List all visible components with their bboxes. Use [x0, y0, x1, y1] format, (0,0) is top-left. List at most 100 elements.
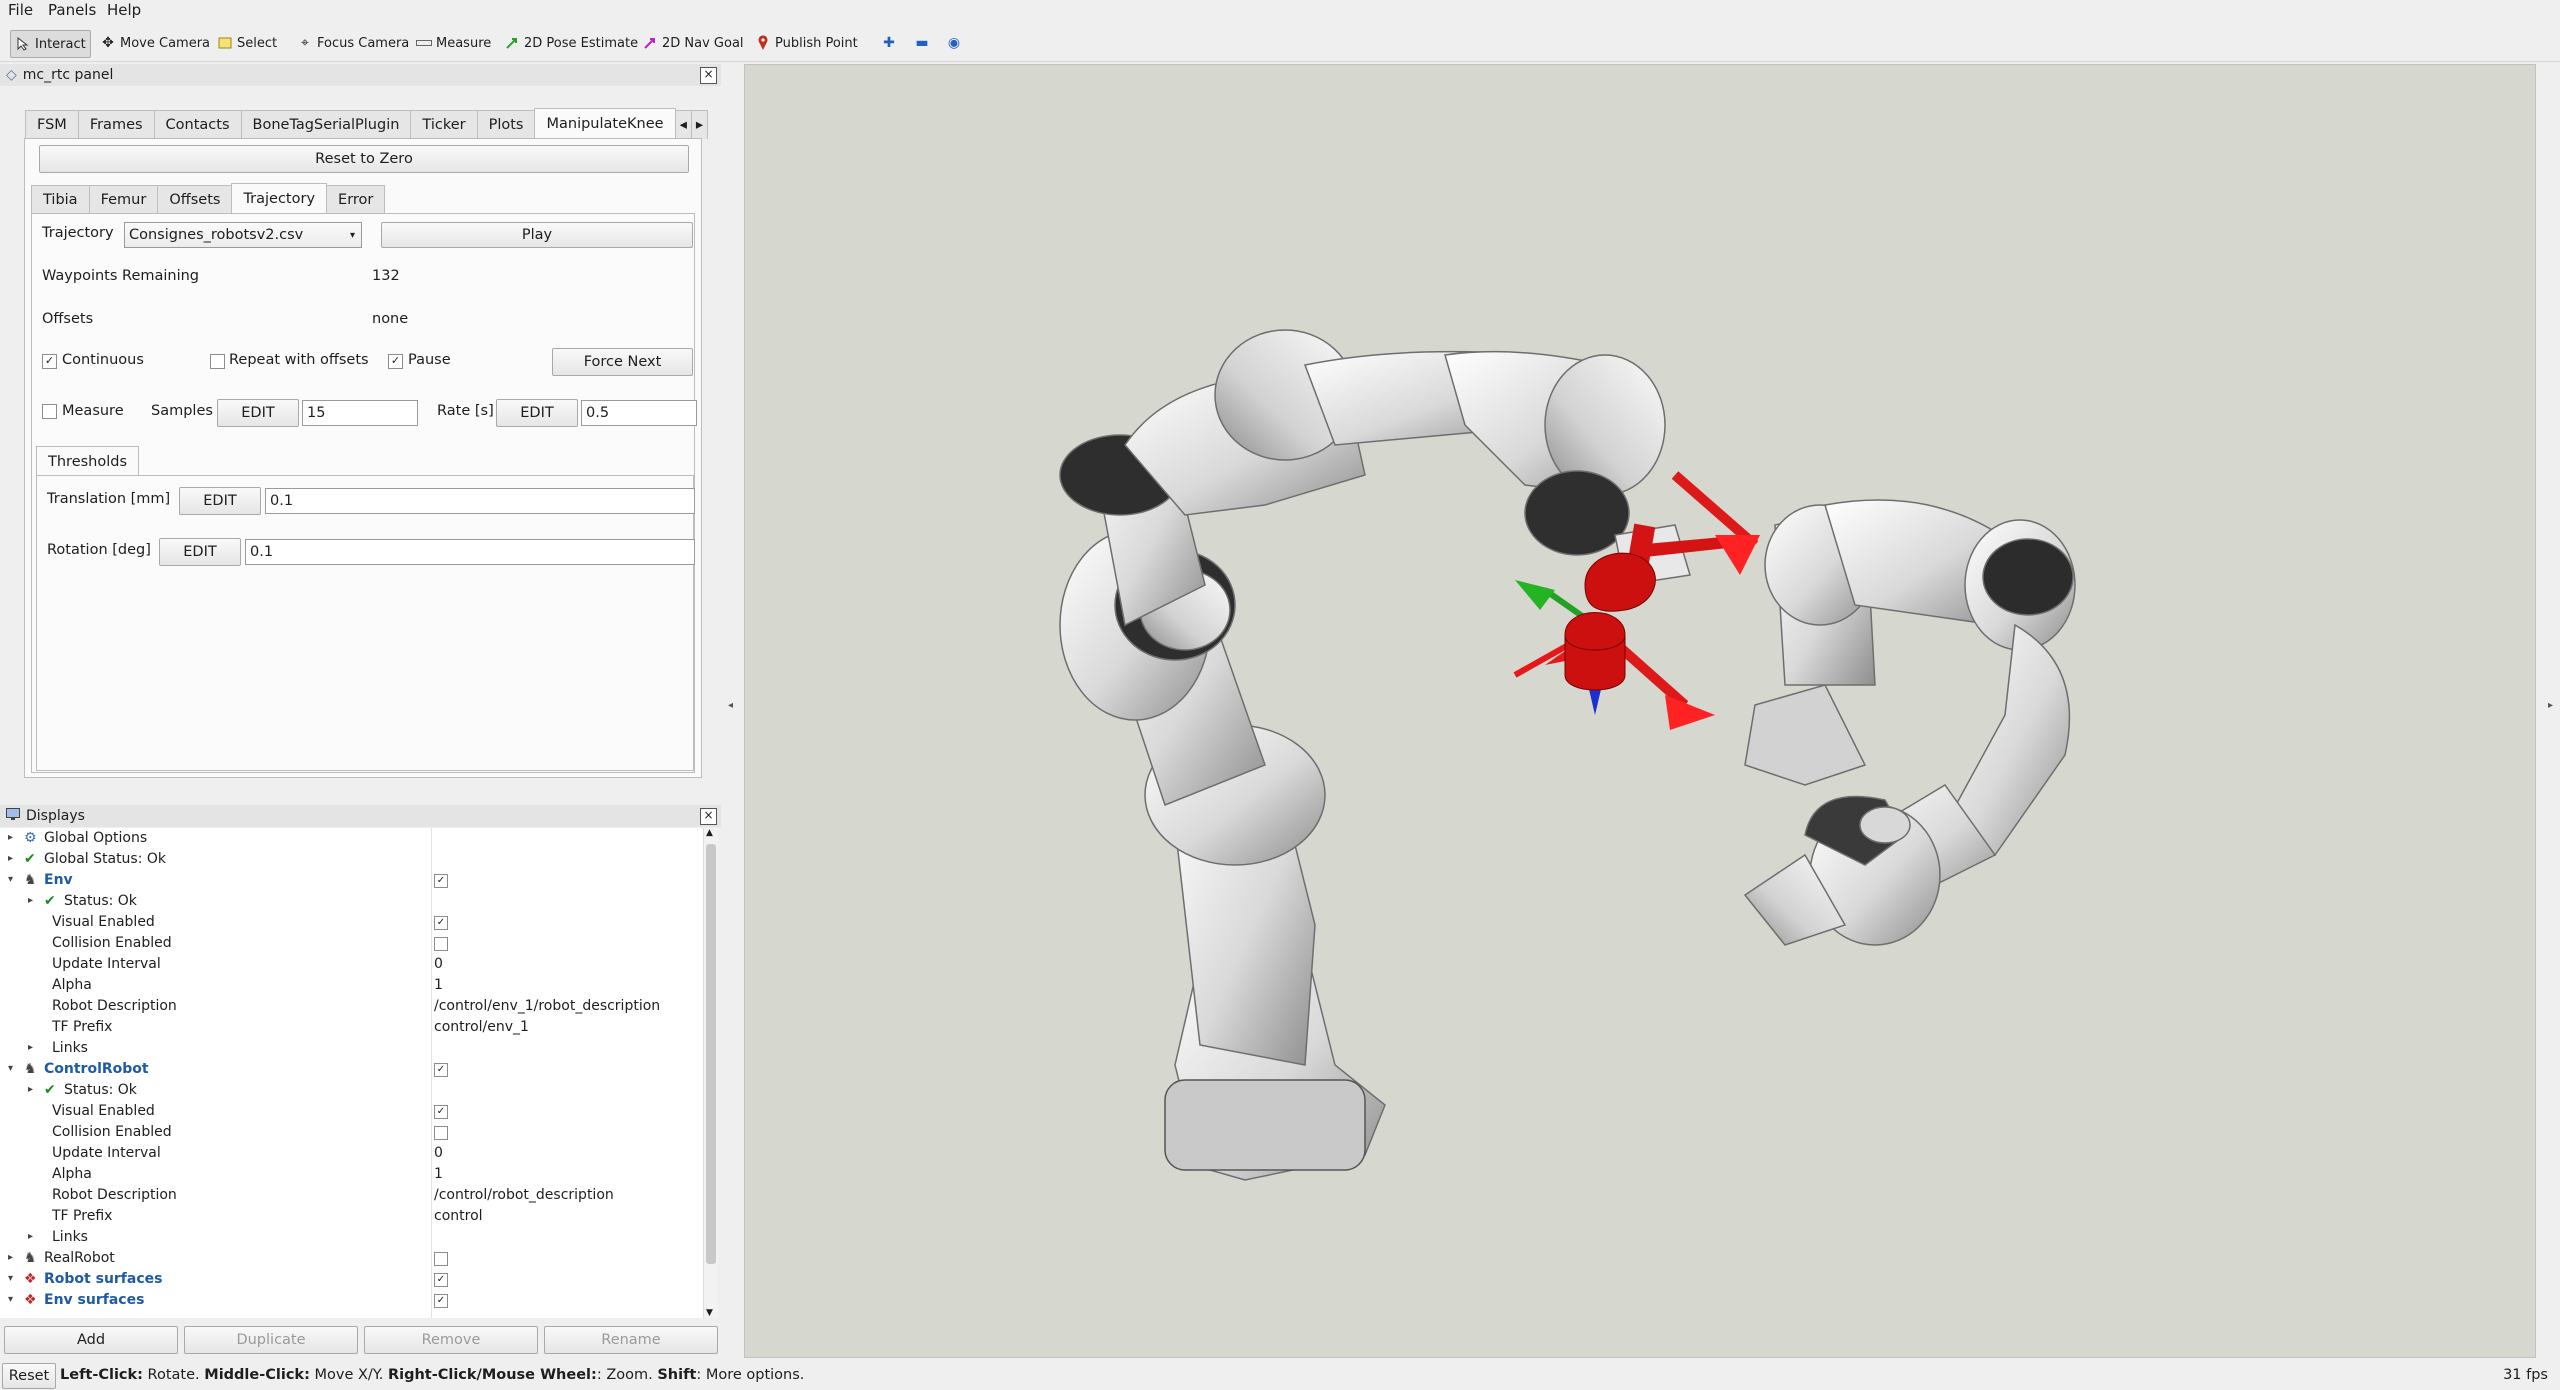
- close-icon[interactable]: ×: [700, 67, 717, 84]
- display-row-checkbox[interactable]: ✓: [434, 1063, 448, 1077]
- tool-select[interactable]: Select: [213, 30, 281, 56]
- translation-field[interactable]: 0.1: [265, 488, 695, 514]
- display-row[interactable]: ▾ ♞ Env ✓: [0, 870, 716, 891]
- display-row[interactable]: Update Interval 0: [0, 1143, 716, 1164]
- display-row[interactable]: ▸ Links: [0, 1038, 716, 1059]
- display-row-value[interactable]: 1: [434, 1166, 443, 1182]
- display-row[interactable]: TF Prefix control: [0, 1206, 716, 1227]
- display-row-value[interactable]: 0: [434, 1145, 443, 1161]
- tab-trajectory[interactable]: Trajectory: [231, 183, 328, 214]
- display-row-value[interactable]: /control/env_1/robot_description: [434, 998, 660, 1014]
- reset-view-button[interactable]: Reset: [2, 1363, 56, 1389]
- scroll-down-icon[interactable]: ▼: [706, 1308, 713, 1318]
- display-row[interactable]: Visual Enabled ✓: [0, 1101, 716, 1122]
- tool-2d-nav-goal[interactable]: 2D Nav Goal: [638, 30, 748, 56]
- tab-thresholds[interactable]: Thresholds: [36, 446, 140, 477]
- reset-to-zero-button[interactable]: Reset to Zero: [39, 145, 689, 173]
- expand-arrow-icon[interactable]: ▾: [8, 874, 13, 885]
- display-row-value[interactable]: /control/robot_description: [434, 1187, 614, 1203]
- displays-scrollbar[interactable]: ▲ ▼: [703, 828, 718, 1318]
- expand-arrow-icon[interactable]: ▸: [28, 1042, 33, 1053]
- force-next-button[interactable]: Force Next: [552, 348, 693, 376]
- tool-properties-button[interactable]: ◉: [942, 30, 966, 56]
- samples-edit-button[interactable]: EDIT: [217, 399, 299, 427]
- display-row[interactable]: ▸ ⚙ Global Options: [0, 828, 716, 849]
- scrollbar-thumb[interactable]: [706, 844, 716, 1264]
- continuous-checkbox[interactable]: ✓: [42, 354, 57, 369]
- tab-error[interactable]: Error: [326, 185, 386, 214]
- 3d-viewport[interactable]: [744, 64, 2536, 1358]
- display-row-checkbox[interactable]: ✓: [434, 916, 448, 930]
- duplicate-button[interactable]: Duplicate: [184, 1326, 358, 1354]
- expand-arrow-icon[interactable]: ▾: [8, 1063, 13, 1074]
- add-button[interactable]: Add: [4, 1326, 178, 1354]
- display-row-value[interactable]: 1: [434, 977, 443, 993]
- expand-arrow-icon[interactable]: ▸: [8, 832, 13, 843]
- rate-field[interactable]: 0.5: [581, 400, 697, 426]
- tool-interact[interactable]: Interact: [10, 30, 91, 58]
- expand-arrow-icon[interactable]: ▸: [8, 1252, 13, 1263]
- expand-arrow-icon[interactable]: ▸: [28, 895, 33, 906]
- display-row[interactable]: Robot Description/control/env_1/robot_de…: [0, 996, 716, 1017]
- menu-file[interactable]: File: [8, 1, 33, 19]
- expand-arrow-icon[interactable]: ▸: [28, 1084, 33, 1095]
- remove-tool-button[interactable]: ▬: [910, 30, 934, 56]
- add-tool-button[interactable]: ✚: [877, 30, 901, 56]
- trajectory-select[interactable]: Consignes_robotsv2.csv ▾: [124, 222, 362, 248]
- menu-panels[interactable]: Panels: [48, 1, 96, 19]
- tab-manipulateknee[interactable]: ManipulateKnee: [534, 108, 676, 139]
- tool-move-camera[interactable]: ✥ Move Camera: [96, 30, 214, 56]
- display-row-checkbox[interactable]: ✓: [434, 1294, 448, 1308]
- play-button[interactable]: Play: [381, 222, 693, 248]
- display-row-checkbox[interactable]: [434, 937, 448, 951]
- tab-scroll-right-button[interactable]: ▸: [690, 110, 709, 139]
- measure-checkbox[interactable]: [42, 404, 57, 419]
- display-row[interactable]: ▾ ❖ Env surfaces ✓: [0, 1290, 716, 1311]
- tab-plots[interactable]: Plots: [476, 110, 536, 139]
- tab-bonetagserialplugin[interactable]: BoneTagSerialPlugin: [240, 110, 412, 139]
- expand-arrow-icon[interactable]: ▾: [8, 1273, 13, 1284]
- tab-tibia[interactable]: Tibia: [31, 185, 90, 214]
- display-row[interactable]: Robot Description/control/robot_descript…: [0, 1185, 716, 1206]
- display-row-checkbox[interactable]: ✓: [434, 874, 448, 888]
- display-row[interactable]: Collision Enabled: [0, 1122, 716, 1143]
- display-row-checkbox[interactable]: [434, 1252, 448, 1266]
- display-row[interactable]: Alpha 1: [0, 1164, 716, 1185]
- expand-arrow-icon[interactable]: ▾: [8, 1294, 13, 1305]
- tool-2d-pose-estimate[interactable]: 2D Pose Estimate: [500, 30, 642, 56]
- tab-femur[interactable]: Femur: [88, 185, 159, 214]
- tool-publish-point[interactable]: Publish Point: [751, 30, 862, 56]
- display-row-value[interactable]: control/env_1: [434, 1019, 529, 1035]
- rename-button[interactable]: Rename: [544, 1326, 718, 1354]
- display-row[interactable]: ▸ ✔ Status: Ok: [0, 1080, 716, 1101]
- tab-scroll-left-button[interactable]: ◂: [674, 110, 692, 139]
- tab-ticker[interactable]: Ticker: [410, 110, 478, 139]
- display-row[interactable]: TF Prefix control/env_1: [0, 1017, 716, 1038]
- rotation-edit-button[interactable]: EDIT: [159, 538, 241, 566]
- scroll-up-icon[interactable]: ▲: [706, 828, 713, 838]
- tool-measure[interactable]: Measure: [412, 30, 495, 56]
- display-row[interactable]: ▾ ❖ Robot surfaces ✓: [0, 1269, 716, 1290]
- menu-help[interactable]: Help: [107, 1, 141, 19]
- display-row-checkbox[interactable]: [434, 1126, 448, 1140]
- rotation-field[interactable]: 0.1: [245, 539, 695, 565]
- display-row[interactable]: ▸ ♞ RealRobot: [0, 1248, 716, 1269]
- tool-focus-camera[interactable]: ⌖ Focus Camera: [293, 30, 413, 56]
- expand-arrow-icon[interactable]: ▸: [8, 853, 13, 864]
- pause-checkbox[interactable]: ✓: [388, 354, 403, 369]
- display-row[interactable]: ▸ ✔ Status: Ok: [0, 891, 716, 912]
- display-row-value[interactable]: control: [434, 1208, 483, 1224]
- display-row-checkbox[interactable]: ✓: [434, 1273, 448, 1287]
- display-row-checkbox[interactable]: ✓: [434, 1105, 448, 1119]
- display-row[interactable]: ▸ Links: [0, 1227, 716, 1248]
- display-row-value[interactable]: 0: [434, 956, 443, 972]
- samples-field[interactable]: 15: [302, 400, 418, 426]
- repeat-with-offsets-checkbox[interactable]: [210, 354, 225, 369]
- rate-edit-button[interactable]: EDIT: [496, 399, 578, 427]
- display-row[interactable]: Visual Enabled ✓: [0, 912, 716, 933]
- close-icon[interactable]: ×: [700, 808, 717, 825]
- splitter-handle[interactable]: ◂: [728, 700, 738, 720]
- translation-edit-button[interactable]: EDIT: [179, 487, 261, 515]
- tab-frames[interactable]: Frames: [77, 110, 155, 139]
- display-row[interactable]: Update Interval 0: [0, 954, 716, 975]
